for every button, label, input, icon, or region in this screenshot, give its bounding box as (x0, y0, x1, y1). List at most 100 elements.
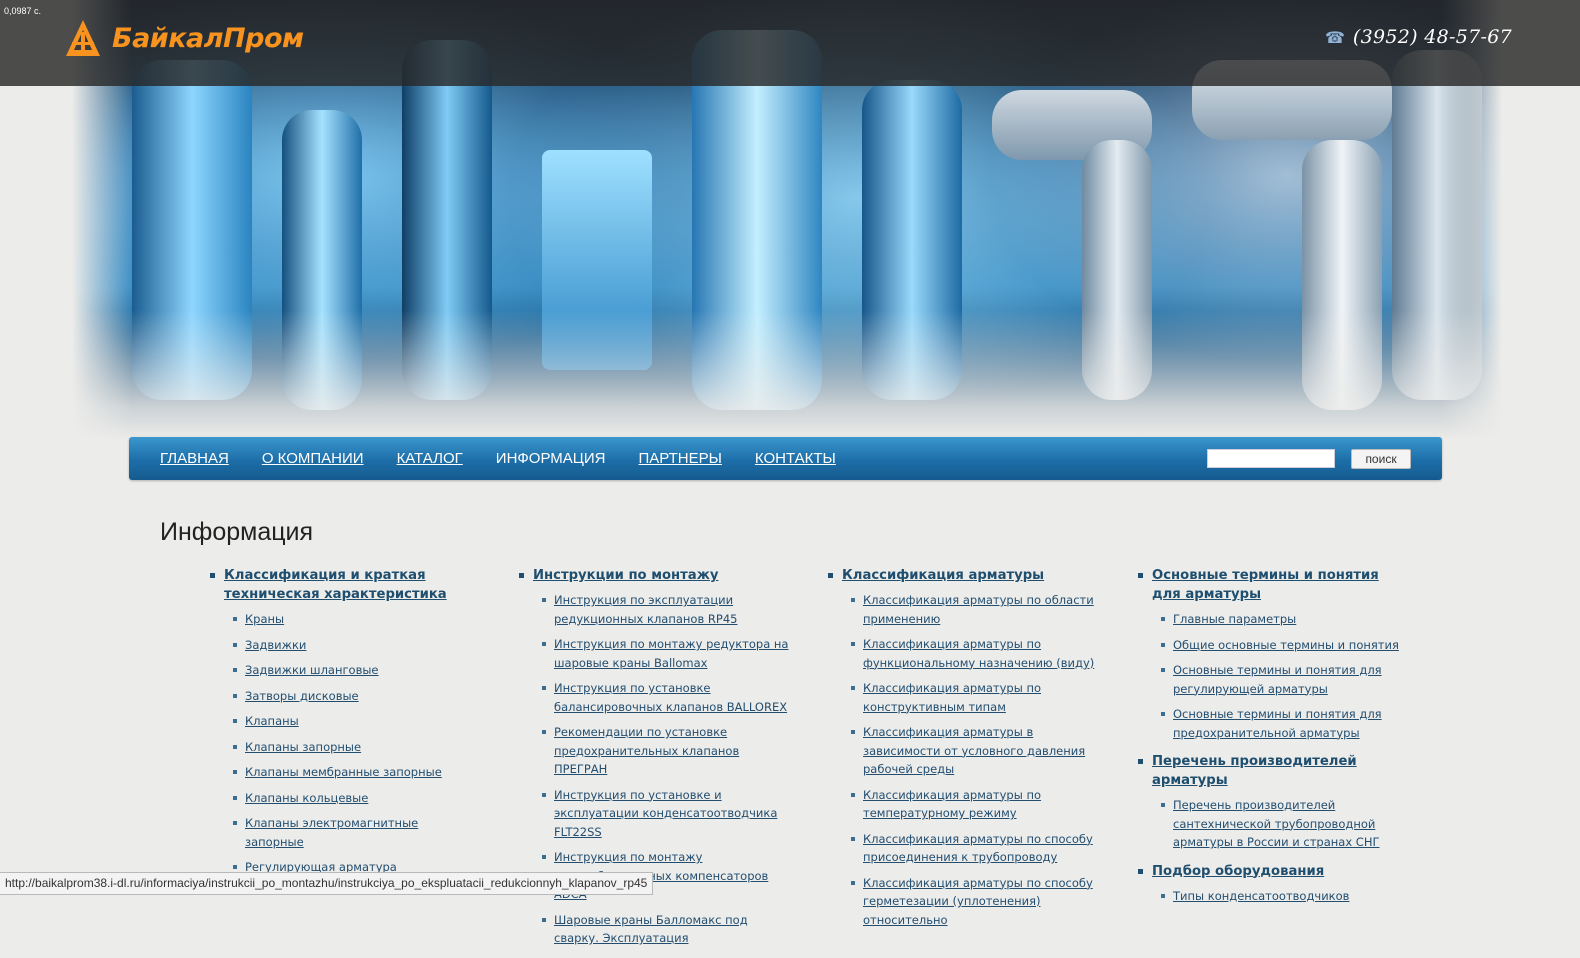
bullet-icon (1138, 868, 1143, 874)
article-link[interactable]: Инструкция по установке балансировочных … (554, 679, 789, 716)
logo-text: БайкалПром (112, 22, 304, 54)
page-timing: 0,0987 с. (4, 6, 42, 16)
list-item: Клапаны (233, 712, 475, 731)
article-link[interactable]: Классификация арматуры в зависимости от … (863, 723, 1098, 779)
section-link[interactable]: Классификация арматуры (842, 566, 1044, 585)
section-link[interactable]: Классификация и краткая техническая хара… (224, 566, 475, 604)
article-link[interactable]: Классификация арматуры по функциональном… (863, 635, 1098, 672)
bullet-icon (233, 865, 237, 869)
article-link[interactable]: Типы конденсатоотводчиков (1173, 887, 1349, 906)
search-button[interactable]: поиск (1351, 449, 1411, 469)
site-logo[interactable]: БайкалПром (64, 18, 304, 58)
list-item: Инструкция по установке балансировочных … (542, 679, 789, 716)
search-input[interactable] (1207, 449, 1335, 468)
list-item: Инструкция по монтажу редуктора на шаров… (542, 635, 789, 672)
list-item: Затворы дисковые (233, 687, 475, 706)
info-column-3: Основные термины и понятия для арматуры Г… (1138, 566, 1408, 915)
list-item: Классификация арматуры по функциональном… (851, 635, 1098, 672)
article-link[interactable]: Классификация арматуры по температурному… (863, 786, 1098, 823)
bullet-icon (233, 744, 237, 749)
bullet-icon (1138, 573, 1143, 578)
bullet-icon (519, 573, 524, 578)
bullet-icon (233, 795, 237, 800)
section-heading: Перечень производителей арматуры (1138, 752, 1408, 790)
info-section: Подбор оборудования Типы конденсатоотводч… (1138, 862, 1408, 906)
list-item: Основные термины и понятия для предохран… (1161, 705, 1408, 742)
section-sublist: Перечень производителей сантехнической т… (1161, 796, 1408, 852)
article-link[interactable]: Инструкция по эксплуатации редукционных … (554, 591, 789, 628)
bullet-icon (233, 693, 237, 698)
list-item: Клапаны электромагнитные запорные (233, 814, 475, 851)
header-bar: БайкалПром ☎ (3952) 48-57-67 (0, 0, 1580, 86)
logo-mountain-icon (66, 20, 100, 56)
list-item: Инструкция по установке и эксплуатации к… (542, 786, 789, 842)
list-item: Клапаны кольцевые (233, 789, 475, 808)
nav-item-0[interactable]: ГЛАВНАЯ (160, 450, 229, 467)
header-phone: ☎ (3952) 48-57-67 (1325, 26, 1512, 48)
nav-item-4[interactable]: ПАРТНЕРЫ (639, 450, 722, 467)
article-link[interactable]: Перечень производителей сантехнической т… (1173, 796, 1408, 852)
article-link[interactable]: Основные термины и понятия для регулирую… (1173, 661, 1408, 698)
list-item: Типы конденсатоотводчиков (1161, 887, 1408, 906)
article-link[interactable]: Классификация арматуры по области примен… (863, 591, 1098, 628)
article-link[interactable]: Клапаны (245, 712, 299, 731)
article-link[interactable]: Общие основные термины и понятия (1173, 636, 1399, 655)
article-link[interactable]: Клапаны электромагнитные запорные (245, 814, 475, 851)
article-link[interactable]: Шаровые краны Балломакс под сварку. Эксп… (554, 911, 789, 948)
section-sublist: Главные параметры Общие основные термины … (1161, 610, 1408, 742)
section-link[interactable]: Инструкции по монтажу (533, 566, 718, 585)
bullet-icon (851, 792, 855, 797)
bullet-icon (1161, 668, 1165, 672)
bullet-icon (542, 686, 546, 690)
article-link[interactable]: Краны (245, 610, 284, 629)
bullet-icon (1161, 617, 1165, 621)
section-heading: Классификация и краткая техническая хара… (210, 566, 475, 604)
info-section: Основные термины и понятия для арматуры Г… (1138, 566, 1408, 742)
bullet-icon (542, 730, 546, 734)
nav-item-3[interactable]: ИНФОРМАЦИЯ (496, 450, 606, 467)
section-heading: Основные термины и понятия для арматуры (1138, 566, 1408, 604)
bullet-icon (233, 642, 237, 647)
section-sublist: Краны Задвижки Задвижки шланговые Затворы д… (233, 610, 475, 877)
article-link[interactable]: Классификация арматуры по способу гермет… (863, 874, 1098, 930)
list-item: Классификация арматуры по области примен… (851, 591, 1098, 628)
list-item: Общие основные термины и понятия (1161, 636, 1408, 655)
article-link[interactable]: Задвижки (245, 636, 306, 655)
nav-item-1[interactable]: О КОМПАНИИ (262, 450, 364, 467)
list-item: Шаровые краны Балломакс под сварку. Эксп… (542, 911, 789, 948)
article-link[interactable]: Главные параметры (1173, 610, 1296, 629)
section-link[interactable]: Перечень производителей арматуры (1152, 752, 1408, 790)
article-link[interactable]: Рекомендации по установке предохранитель… (554, 723, 789, 779)
article-link[interactable]: Задвижки шланговые (245, 661, 379, 680)
article-link[interactable]: Клапаны мембранные запорные (245, 763, 442, 782)
bullet-icon (1161, 642, 1165, 647)
article-link[interactable]: Клапаны запорные (245, 738, 361, 757)
article-link[interactable]: Инструкция по установке и эксплуатации к… (554, 786, 789, 842)
list-item: Классификация арматуры по конструктивным… (851, 679, 1098, 716)
main-navigation: ГЛАВНАЯ О КОМПАНИИ КАТАЛОГ ИНФОРМАЦИЯ ПАРТНЕ… (129, 437, 1442, 480)
bullet-icon (542, 598, 546, 602)
info-column-1: Инструкции по монтажу Инструкция по экспл… (519, 566, 789, 958)
nav-item-5[interactable]: КОНТАКТЫ (755, 450, 836, 467)
bullet-icon (210, 573, 215, 578)
article-link[interactable]: Основные термины и понятия для предохран… (1173, 705, 1408, 742)
bullet-icon (851, 880, 855, 885)
bullet-icon (1161, 803, 1165, 807)
list-item: Классификация арматуры по способу присое… (851, 830, 1098, 867)
section-link[interactable]: Основные термины и понятия для арматуры (1152, 566, 1408, 604)
section-link[interactable]: Подбор оборудования (1152, 862, 1324, 881)
bullet-icon (233, 821, 237, 825)
list-item: Задвижки (233, 636, 475, 655)
bullet-icon (542, 792, 546, 797)
article-link[interactable]: Классификация арматуры по конструктивным… (863, 679, 1098, 716)
bullet-icon (1138, 759, 1143, 764)
bullet-icon (1161, 893, 1165, 898)
article-link[interactable]: Классификация арматуры по способу присое… (863, 830, 1098, 867)
article-link[interactable]: Затворы дисковые (245, 687, 359, 706)
bullet-icon (233, 770, 237, 774)
article-link[interactable]: Клапаны кольцевые (245, 789, 368, 808)
bullet-icon (851, 730, 855, 734)
article-link[interactable]: Инструкция по монтажу редуктора на шаров… (554, 635, 789, 672)
nav-item-2[interactable]: КАТАЛОГ (397, 450, 463, 467)
list-item: Классификация арматуры в зависимости от … (851, 723, 1098, 779)
